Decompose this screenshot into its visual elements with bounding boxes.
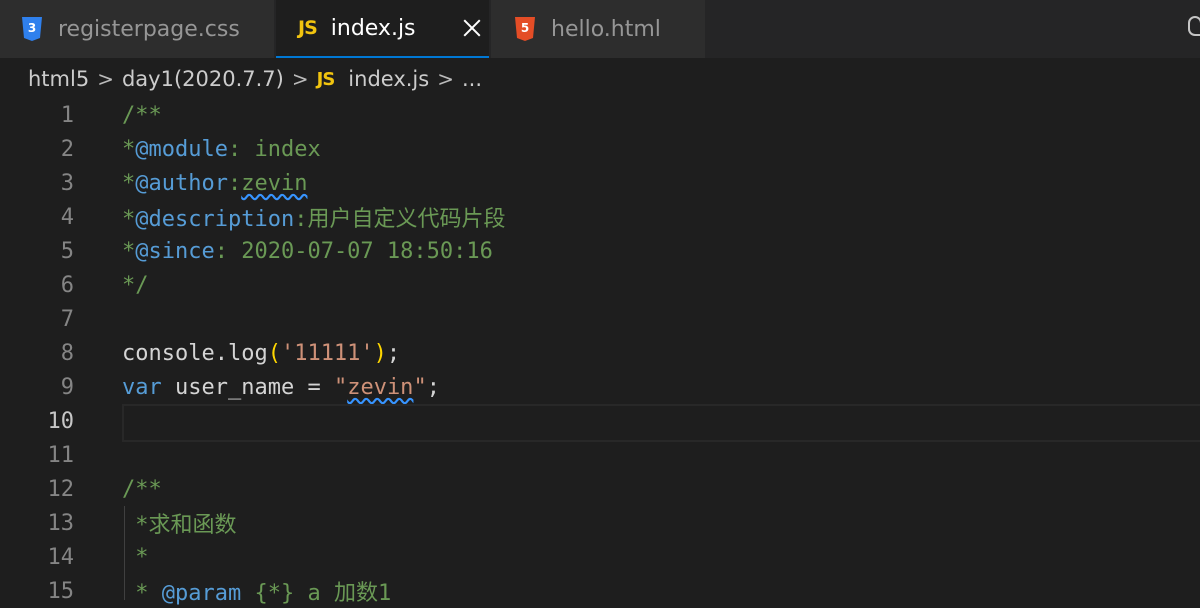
line-content: console.log('11111'); xyxy=(122,340,401,366)
code-line: 3 *@author:zevin xyxy=(0,166,1200,200)
line-content: * xyxy=(122,544,149,570)
breadcrumb-item-symbols[interactable]: ... xyxy=(462,67,482,91)
code-line: 11 xyxy=(0,438,1200,472)
code-line: 15 * @param {*} a 加数1 xyxy=(0,574,1200,608)
line-number: 8 xyxy=(60,340,74,366)
line-content: * @param {*} a 加数1 xyxy=(122,581,392,606)
code-line: 2 *@module: index xyxy=(0,132,1200,166)
breadcrumb-item-file[interactable]: index.js xyxy=(348,67,429,91)
code-line: 13 *求和函数 xyxy=(0,506,1200,540)
line-content: *@description:用户自定义代码片段 xyxy=(122,207,506,232)
html5-icon: 5 xyxy=(513,17,537,41)
line-content: var user_name = "zevin"; xyxy=(122,374,440,400)
line-number: 12 xyxy=(47,476,75,502)
tab-label: registerpage.css xyxy=(58,16,240,42)
line-number: 13 xyxy=(47,510,75,536)
css3-icon: 3 xyxy=(20,17,44,41)
tab-registerpage-css[interactable]: 3 registerpage.css xyxy=(0,0,274,58)
line-number: 9 xyxy=(60,374,74,400)
editor-tab-bar: 3 registerpage.css JS index.js 5 hello.h… xyxy=(0,0,1200,58)
line-number: 2 xyxy=(60,136,74,162)
line-content: *@author:zevin xyxy=(122,170,308,196)
js-icon: JS xyxy=(316,68,336,90)
spell-warning: zevin xyxy=(347,374,414,400)
js-icon: JS xyxy=(298,17,318,39)
code-line: 4 *@description:用户自定义代码片段 xyxy=(0,200,1200,234)
close-icon[interactable] xyxy=(460,16,484,40)
current-line[interactable]: 10 xyxy=(0,404,1200,442)
breadcrumb-item-day1[interactable]: day1(2020.7.7) xyxy=(122,67,284,91)
open-changes-icon[interactable] xyxy=(1188,16,1200,36)
code-line: 8 console.log('11111'); xyxy=(0,336,1200,370)
svg-text:3: 3 xyxy=(28,21,36,35)
chevron-right-icon: > xyxy=(437,67,454,91)
tab-index-js[interactable]: JS index.js xyxy=(276,0,489,58)
line-number: 5 xyxy=(60,238,74,264)
svg-text:5: 5 xyxy=(521,21,529,35)
line-number: 1 xyxy=(60,102,74,128)
line-number: 10 xyxy=(47,408,75,434)
tab-label: hello.html xyxy=(551,16,661,42)
line-content: *@module: index xyxy=(122,136,321,162)
code-line: 5 *@since: 2020-07-07 18:50:16 xyxy=(0,234,1200,268)
line-number: 14 xyxy=(47,544,75,570)
tab-hello-html[interactable]: 5 hello.html xyxy=(491,0,705,58)
code-line: 12 /** xyxy=(0,472,1200,506)
spell-warning: zevin xyxy=(241,170,308,196)
code-line: 7 xyxy=(0,302,1200,336)
tab-label: index.js xyxy=(330,15,416,41)
code-line: 6 */ xyxy=(0,268,1200,302)
breadcrumb-item-html5[interactable]: html5 xyxy=(28,67,89,91)
line-number: 7 xyxy=(60,306,74,332)
line-number: 11 xyxy=(47,442,75,468)
code-line: 1 /** xyxy=(0,98,1200,132)
breadcrumb: html5 > day1(2020.7.7) > JS index.js > .… xyxy=(0,58,1200,100)
line-content: */ xyxy=(122,272,149,298)
code-editor[interactable]: 1 /** 2 *@module: index 3 *@author:zevin… xyxy=(0,98,1200,606)
line-number: 3 xyxy=(60,170,74,196)
line-content: /** xyxy=(122,476,162,502)
line-content: *求和函数 xyxy=(122,513,237,538)
code-line: 9 var user_name = "zevin"; xyxy=(0,370,1200,404)
line-number: 6 xyxy=(60,272,74,298)
chevron-right-icon: > xyxy=(97,67,114,91)
chevron-right-icon: > xyxy=(291,67,309,91)
code-line: 14 * xyxy=(0,540,1200,574)
line-content: *@since: 2020-07-07 18:50:16 xyxy=(122,238,493,264)
line-number: 4 xyxy=(60,204,74,230)
indent-guide xyxy=(124,506,125,600)
line-content: /** xyxy=(122,102,162,128)
